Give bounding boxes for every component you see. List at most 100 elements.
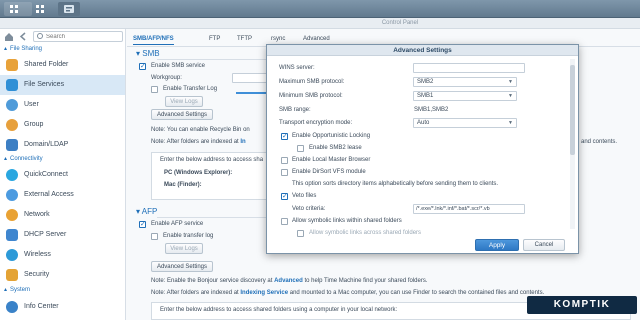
main-menu-icon (36, 5, 44, 13)
symlink-across-label: Allow symbolic links across shared folde… (309, 230, 422, 236)
sidebar-item-info-center[interactable]: Info Center (0, 297, 125, 317)
mac-address-label: Mac (Finder): (164, 182, 202, 188)
oplock-checkbox[interactable] (281, 132, 288, 140)
symlink-label: Allow symbolic links within shared folde… (292, 218, 402, 224)
quickconnect-icon (6, 169, 18, 181)
enable-afp-checkbox[interactable] (139, 220, 146, 228)
local-master-browser-checkbox[interactable] (281, 157, 288, 164)
sidebar-item-dhcp-server[interactable]: DHCP Server (0, 225, 125, 245)
smb-section-title: ▾ SMB (136, 49, 160, 58)
smb-transfer-log-checkbox[interactable] (151, 86, 158, 93)
dropdown-arrow-icon: ▼ (508, 93, 513, 99)
sidebar-item-shared-folder[interactable]: Shared Folder (0, 55, 125, 75)
group-icon (6, 119, 18, 131)
annotation-arrow (236, 92, 270, 94)
wireless-icon (6, 249, 18, 261)
dirsort-note: This option sorts directory items alphab… (292, 181, 499, 187)
back-button[interactable] (17, 31, 29, 42)
main-menu-button[interactable] (30, 2, 50, 16)
scrollbar-thumb[interactable] (570, 65, 575, 155)
smb-index-note-end: and contents. (581, 139, 618, 145)
advanced-settings-dialog: Advanced Settings WINS server: Maximum S… (266, 44, 579, 254)
tab-ftp[interactable]: FTP (209, 33, 220, 45)
workgroup-label: Workgroup: (151, 75, 182, 81)
window-titlebar: Control Panel (0, 18, 640, 29)
wins-server-label: WINS server: (279, 65, 315, 71)
enable-smb-checkbox[interactable] (139, 62, 146, 70)
min-smb-protocol-label: Minimum SMB protocol: (279, 93, 343, 99)
home-icon (5, 33, 13, 41)
smb2-lease-checkbox[interactable] (297, 145, 304, 152)
afp-transfer-log-checkbox[interactable] (151, 233, 158, 240)
afp-advanced-settings-button[interactable]: Advanced Settings (151, 261, 213, 272)
smb-range-label: SMB range: (279, 107, 311, 113)
symlink-checkbox[interactable] (281, 218, 288, 225)
afp-indexing-link[interactable]: Indexing Service (240, 290, 288, 296)
window-title: Control Panel (381, 20, 419, 26)
dirsort-label: Enable DirSort VFS module (292, 169, 366, 175)
smb-advanced-settings-button[interactable]: Advanced Settings (151, 109, 213, 120)
komptik-watermark: KOMPTIK (527, 296, 637, 314)
dialog-footer: Apply Cancel (267, 237, 578, 253)
search-input[interactable] (46, 33, 120, 41)
veto-criteria-input[interactable]: /*.exe/*.lnk/*.inf/*.bat/*.scr/*.vb (413, 204, 525, 214)
afp-address-info: Enter the below address to access shared… (160, 307, 398, 313)
workgroup-input[interactable] (232, 73, 267, 83)
sidebar-item-network[interactable]: Network (0, 205, 125, 225)
shield-icon (6, 269, 18, 281)
sidebar-item-user[interactable]: User (0, 95, 125, 115)
smb-indexing-link[interactable]: In (240, 139, 245, 145)
symlink-across-checkbox[interactable] (297, 230, 304, 237)
search-icon (37, 33, 43, 39)
sidebar-item-file-services[interactable]: File Services (0, 75, 125, 95)
back-arrow-icon (19, 32, 26, 41)
dirsort-checkbox[interactable] (281, 169, 288, 176)
afp-bonjour-note: Note: Enable the Bonjour service discove… (151, 278, 428, 284)
section-system[interactable]: ▴ System (0, 286, 126, 295)
sidebar-item-external-access[interactable]: External Access (0, 185, 125, 205)
smb-index-note: Note: After folders are indexed at In (151, 139, 246, 145)
home-button[interactable] (3, 31, 15, 42)
sidebar-item-wireless[interactable]: Wireless (0, 245, 125, 265)
apply-button[interactable]: Apply (475, 239, 519, 251)
transport-encryption-label: Transport encryption mode: (279, 120, 353, 126)
tab-smb-afp-nfs[interactable]: SMB/AFP/NFS (133, 33, 174, 45)
transport-encryption-select[interactable]: Auto ▼ (413, 118, 517, 128)
folder-icon (6, 59, 18, 71)
cancel-button[interactable]: Cancel (523, 239, 565, 251)
network-icon (6, 209, 18, 221)
afp-section-title: ▾ AFP (136, 207, 158, 216)
enable-afp-label: Enable AFP service (151, 221, 204, 227)
wins-server-input[interactable] (413, 63, 525, 73)
tab-tftp[interactable]: TFTP (237, 33, 252, 45)
min-smb-protocol-select[interactable]: SMB1 ▼ (413, 91, 517, 101)
local-master-browser-label: Enable Local Master Browser (292, 157, 371, 163)
show-desktop-button[interactable] (4, 2, 32, 16)
file-services-icon (6, 79, 18, 91)
smb-recycle-note: Note: You can enable Recycle Bin on (151, 127, 250, 133)
user-icon (6, 99, 18, 111)
enable-smb-label: Enable SMB service (151, 63, 206, 69)
afp-index-note: Note: After folders are indexed at Index… (151, 290, 545, 296)
afp-transfer-log-label: Enable transfer log (163, 233, 214, 239)
search-field[interactable] (33, 31, 123, 42)
afp-advanced-link[interactable]: Advanced (274, 278, 303, 284)
smb-transfer-log-label: Enable Transfer Log (163, 86, 218, 92)
sidebar-item-domain-ldap[interactable]: Domain/LDAP (0, 135, 125, 155)
info-icon (6, 301, 18, 313)
section-connectivity[interactable]: ▴ Connectivity (0, 155, 126, 164)
control-panel-taskbar-button[interactable] (58, 2, 80, 16)
sidebar-item-quickconnect[interactable]: QuickConnect (0, 165, 125, 185)
veto-files-checkbox[interactable] (281, 192, 288, 200)
dialog-scrollbar[interactable] (570, 59, 575, 229)
dhcp-icon (6, 229, 18, 241)
afp-view-logs-button[interactable]: View Logs (165, 243, 203, 254)
smb-view-logs-button[interactable]: View Logs (165, 96, 203, 107)
max-smb-protocol-select[interactable]: SMB2 ▼ (413, 77, 517, 87)
sidebar-item-group[interactable]: Group (0, 115, 125, 135)
desktop-grid-icon (10, 5, 18, 13)
section-file-sharing[interactable]: ▴ File Sharing (0, 45, 126, 54)
sidebar: ▴File Sharing Shared Folder File Service… (0, 29, 126, 320)
dialog-title: Advanced Settings (267, 45, 578, 56)
sidebar-item-security[interactable]: Security (0, 265, 125, 285)
